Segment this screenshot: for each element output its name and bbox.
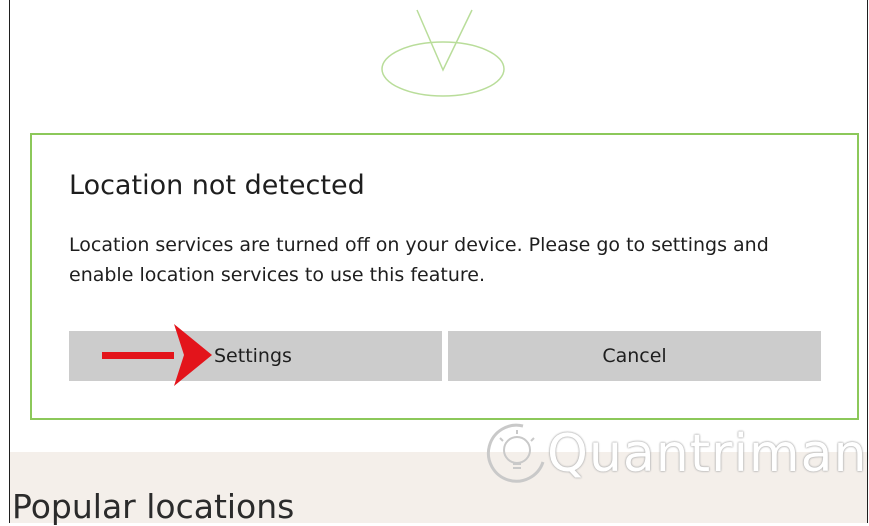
- popular-locations-heading: Popular locations: [12, 487, 295, 526]
- dialog-message: Location services are turned off on your…: [69, 234, 769, 286]
- map-pin-icon: [381, 9, 505, 97]
- dialog-title: Location not detected: [69, 170, 365, 201]
- lightbulb-icon: [486, 423, 545, 483]
- cancel-button[interactable]: Cancel: [448, 331, 821, 381]
- watermark: Quantrimang: [485, 418, 869, 498]
- watermark-text: Quantrimang: [547, 424, 869, 484]
- window-left-edge: [9, 0, 10, 523]
- cancel-button-label: Cancel: [602, 345, 667, 367]
- red-arrow-icon: [102, 324, 212, 386]
